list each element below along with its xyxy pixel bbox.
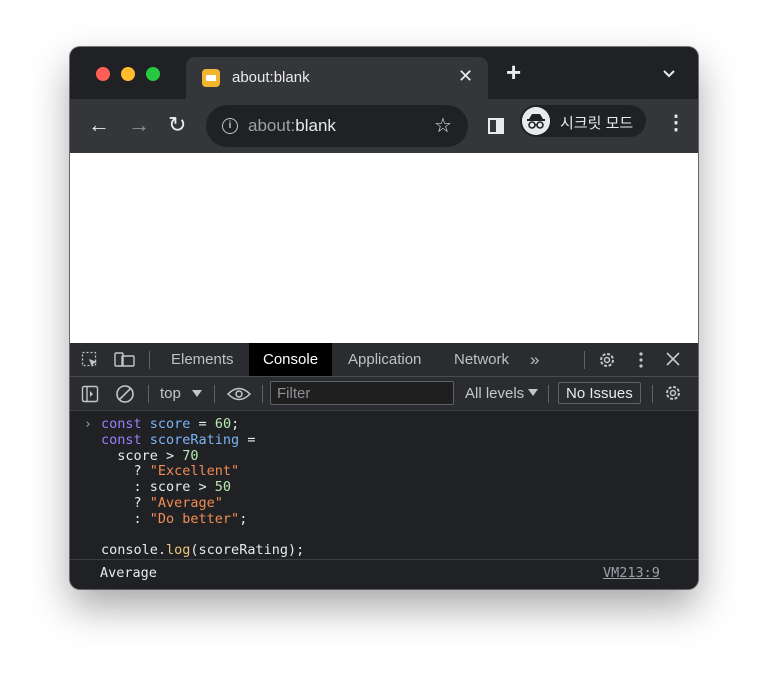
code-line: : score > 50 [101,479,232,496]
code-line: console.log(scoreRating); [101,542,305,559]
code-line: ? "Average" [101,494,223,511]
toolbar-divider [214,385,215,403]
tab-strip: about:blank ✕ + [70,47,698,99]
reload-button[interactable]: ↻ [168,113,186,137]
browser-window: about:blank ✕ + ← → ↻ i about:blank ☆ 시크… [70,47,698,589]
tab-network[interactable]: Network [440,343,523,376]
browser-toolbar: ← → ↻ i about:blank ☆ 시크릿 모드 ⋮ [70,99,698,153]
toolbar-divider [262,385,263,403]
tab-elements[interactable]: Elements [157,343,248,376]
incognito-label: 시크릿 모드 [560,115,634,132]
log-levels-chevron-icon[interactable] [528,389,538,397]
console-panel[interactable]: › const score = 60; const scoreRating = s… [70,411,698,589]
incognito-indicator[interactable]: 시크릿 모드 [520,105,646,137]
console-message: Average VM213:9 [70,559,698,586]
log-output: Average [100,565,157,581]
console-toolbar: top Filter All levels No Issues [70,377,698,411]
more-options-icon[interactable] [638,351,644,369]
url-host: blank [295,116,336,135]
minimize-window-button[interactable] [121,67,135,81]
context-value: top [160,385,181,402]
console-input-code[interactable]: const score = 60; const scoreRating = sco… [101,416,305,559]
log-levels-label: All levels [465,385,525,402]
tab-title: about:blank [232,69,310,86]
toolbar-divider [148,385,149,403]
context-selector[interactable]: top [160,385,181,402]
device-toolbar-icon[interactable] [114,351,136,369]
browser-menu-icon[interactable]: ⋮ [666,113,686,133]
page-favicon-icon [202,69,220,87]
page-content [70,153,698,343]
console-settings-gear-icon[interactable] [664,384,682,402]
url-prefix: about: [248,116,296,135]
close-window-button[interactable] [96,67,110,81]
browser-tab[interactable]: about:blank ✕ [186,57,488,99]
back-button[interactable]: ← [88,113,110,137]
code-line: : "Do better"; [101,510,248,527]
url-text[interactable]: about:blank [248,116,336,136]
source-link[interactable]: VM213:9 [603,565,660,581]
site-info-icon[interactable]: i [222,118,238,134]
log-levels-dropdown[interactable]: All levels [465,385,524,402]
filter-input[interactable]: Filter [270,381,454,405]
inspect-element-icon[interactable] [81,351,99,369]
issues-button[interactable]: No Issues [558,382,641,404]
new-tab-button[interactable]: + [506,59,521,85]
close-devtools-icon[interactable] [665,351,681,367]
zoom-window-button[interactable] [146,67,160,81]
address-bar[interactable]: i about:blank ☆ [206,105,468,147]
forward-button[interactable]: → [128,113,150,137]
side-panel-icon[interactable] [488,118,504,134]
bookmark-star-icon[interactable]: ☆ [434,113,452,138]
live-expression-eye-icon[interactable] [227,387,251,401]
context-dropdown-icon[interactable] [192,390,202,398]
code-line: ? "Excellent" [101,463,240,480]
clear-console-icon[interactable] [115,384,135,404]
filter-placeholder: Filter [277,385,311,402]
devtools-tab-bar: Elements Console Application Network » [70,343,698,377]
close-tab-icon[interactable]: ✕ [458,66,473,87]
prompt-chevron-icon: › [84,417,92,432]
toolbar-divider [652,385,653,403]
show-sidebar-icon[interactable] [81,385,99,403]
code-line: score > 70 [101,447,199,464]
more-tabs-icon[interactable]: » [516,343,553,376]
code-line: const score = 60; [101,416,240,432]
tab-console[interactable]: Console [249,343,333,376]
tab-application[interactable]: Application [334,343,435,376]
toolbar-divider [584,351,585,369]
toolbar-divider [548,385,549,403]
code-line: const scoreRating = [101,431,256,448]
toolbar-divider [149,351,150,369]
tab-search-chevron-icon[interactable] [662,67,676,81]
incognito-icon [522,107,550,135]
settings-gear-icon[interactable] [598,351,616,369]
